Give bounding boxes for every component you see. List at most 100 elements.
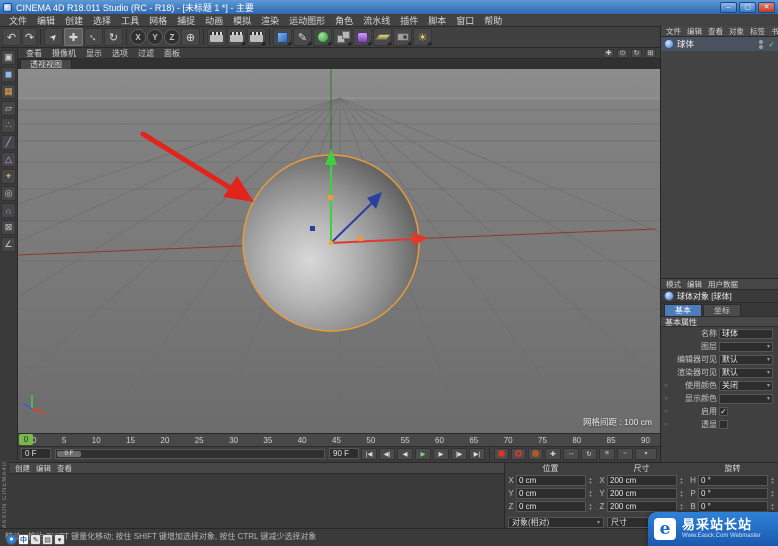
current-frame-marker[interactable]: 0	[19, 434, 33, 445]
record-scale-toggle[interactable]: ↔	[563, 447, 579, 460]
play-button[interactable]: ▶	[415, 447, 431, 460]
minimize-button[interactable]: –	[720, 1, 737, 13]
layer-dropdown[interactable]: ▾	[719, 341, 773, 352]
spinner-icon[interactable]: ▴ ▾	[769, 476, 776, 485]
menu-file[interactable]: 文件	[4, 14, 32, 27]
position-y-input[interactable]: 0 cm	[516, 488, 586, 499]
enabled-checkbox[interactable]: ✓	[719, 407, 728, 416]
scale-tool-button[interactable]: ↔	[84, 28, 103, 46]
viewport-menu-cameras[interactable]: 摄像机	[48, 48, 80, 59]
display-color-swatch[interactable]: ▾	[719, 393, 773, 404]
menu-window[interactable]: 窗口	[451, 14, 479, 27]
om-menu-objects[interactable]: 对象	[726, 26, 747, 37]
environment-button[interactable]	[373, 28, 392, 46]
viewport-menu-panel[interactable]: 面板	[160, 48, 184, 59]
ime-options-icon[interactable]: ▾	[54, 534, 65, 545]
previous-key-button[interactable]: ◀|	[379, 447, 395, 460]
menu-script[interactable]: 脚本	[423, 14, 451, 27]
previous-frame-button[interactable]: ◀	[397, 447, 413, 460]
view-zoom-icon[interactable]: ⊙	[617, 48, 628, 58]
texture-mode-button[interactable]: ▦	[1, 84, 16, 99]
rotate-tool-button[interactable]: ↻	[104, 28, 123, 46]
size-x-input[interactable]: 200 cm	[607, 475, 677, 486]
menu-character[interactable]: 角色	[330, 14, 358, 27]
end-frame-field[interactable]: 90 F	[329, 448, 359, 459]
coordinate-system-button[interactable]: ⊕	[181, 28, 200, 46]
position-z-input[interactable]: 0 cm	[516, 501, 586, 512]
array-modeling-button[interactable]	[333, 28, 352, 46]
polygons-mode-button[interactable]: △	[1, 152, 16, 167]
keyframe-dot-icon[interactable]: ○	[663, 409, 669, 415]
menu-mesh[interactable]: 网格	[144, 14, 172, 27]
spinner-icon[interactable]: ▴ ▾	[587, 502, 594, 511]
keyframe-dot-icon[interactable]: ○	[663, 383, 669, 389]
viewport-menu-filter[interactable]: 过滤	[134, 48, 158, 59]
live-selection-button[interactable]: ➤	[44, 28, 63, 46]
gizmo-y-handle[interactable]	[328, 195, 333, 200]
spline-pen-button[interactable]: ✎	[293, 28, 312, 46]
autokey-button[interactable]	[511, 447, 526, 460]
am-menu-userdata[interactable]: 用户数据	[705, 279, 741, 290]
tab-basic[interactable]: 基本	[664, 304, 702, 316]
gizmo-center[interactable]	[328, 240, 334, 246]
viewport-tab-perspective[interactable]: 透视视图	[20, 59, 72, 69]
menu-select[interactable]: 选择	[88, 14, 116, 27]
am-menu-mode[interactable]: 模式	[663, 279, 684, 290]
ime-pencil-icon[interactable]: ✎	[30, 534, 41, 545]
viewport-menu-view[interactable]: 查看	[22, 48, 46, 59]
menu-mograph[interactable]: 运动图形	[284, 14, 330, 27]
menu-tools[interactable]: 工具	[116, 14, 144, 27]
viewport-menu-display[interactable]: 显示	[82, 48, 106, 59]
keyframe-selection-button[interactable]	[528, 447, 543, 460]
render-settings-button[interactable]	[247, 28, 266, 46]
viewport-3d[interactable]: 网格间距 : 100 cm	[18, 69, 660, 433]
viewport-solo-button[interactable]: ◎	[1, 186, 16, 201]
frame-slider-handle[interactable]: 0 F	[57, 450, 81, 457]
camera-button[interactable]	[393, 28, 412, 46]
ime-keyboard-icon[interactable]: ▤	[42, 534, 53, 545]
menu-help[interactable]: 帮助	[479, 14, 507, 27]
material-list-area[interactable]	[10, 474, 504, 528]
start-frame-field[interactable]: 0 F	[21, 448, 51, 459]
menu-animate[interactable]: 动画	[200, 14, 228, 27]
spinner-icon[interactable]: ▴ ▾	[678, 502, 685, 511]
rotation-b-input[interactable]: 0 °	[698, 501, 768, 512]
use-color-dropdown[interactable]: 关闭 ▾	[719, 380, 773, 391]
view-rotate-icon[interactable]: ↻	[631, 48, 642, 58]
keying-preset-dropdown[interactable]: ▾	[635, 447, 657, 460]
mat-menu-edit[interactable]: 编辑	[33, 463, 54, 474]
keyframe-dot-icon[interactable]: ○	[663, 422, 669, 428]
menu-simulate[interactable]: 模拟	[228, 14, 256, 27]
redo-button[interactable]: ↷	[22, 28, 37, 46]
timeline-ruler[interactable]: 0 5 10 15 20 25 30 35 40 45 50 55 60 65 …	[18, 433, 660, 446]
mat-menu-view[interactable]: 查看	[54, 463, 75, 474]
object-name[interactable]: 球体	[677, 38, 694, 50]
snap-button[interactable]: ∩	[1, 203, 16, 218]
mat-menu-create[interactable]: 创建	[12, 463, 33, 474]
ime-language-icon[interactable]: 中	[18, 534, 29, 545]
record-keyframe-button[interactable]	[494, 447, 509, 460]
render-view-button[interactable]	[207, 28, 226, 46]
generators-button[interactable]	[313, 28, 332, 46]
om-menu-file[interactable]: 文件	[663, 26, 684, 37]
lock-y-axis-button[interactable]: Y	[147, 29, 163, 45]
lock-z-axis-button[interactable]: Z	[164, 29, 180, 45]
make-editable-button[interactable]: ▣	[1, 50, 16, 65]
points-mode-button[interactable]: ∴	[1, 118, 16, 133]
next-frame-button[interactable]: ▶	[433, 447, 449, 460]
spinner-icon[interactable]: ▴ ▾	[678, 489, 685, 498]
record-rotation-toggle[interactable]: ↻	[581, 447, 597, 460]
record-pla-toggle[interactable]: ~	[617, 447, 633, 460]
next-key-button[interactable]: |▶	[451, 447, 467, 460]
menu-pipeline[interactable]: 流水线	[358, 14, 395, 27]
view-toggle-panes-icon[interactable]: ⊞	[645, 48, 656, 58]
maximize-button[interactable]: ▢	[739, 1, 756, 13]
editor-visibility-dropdown[interactable]: 默认 ▾	[719, 354, 773, 365]
object-enabled-check-icon[interactable]: ✓	[768, 40, 775, 49]
object-row-sphere[interactable]: 球体 ✓	[661, 37, 778, 51]
renderer-visibility-dropdown[interactable]: 默认 ▾	[719, 367, 773, 378]
workplane-mode-button[interactable]: ▱	[1, 101, 16, 116]
gizmo-x-handle[interactable]	[358, 236, 363, 241]
close-button[interactable]: ✕	[758, 1, 775, 13]
size-y-input[interactable]: 200 cm	[607, 488, 677, 499]
